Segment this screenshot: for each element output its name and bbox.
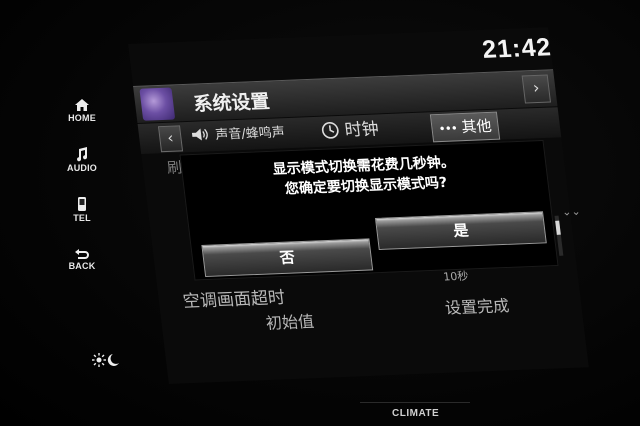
tab-other[interactable]: ••• 其他 — [429, 111, 501, 143]
list-item-hvac-timeout[interactable]: 空调画面超时 — [181, 283, 286, 312]
head-unit: HOME AUDIO TEL BACK 21:42 系统设置 › ‹ 声音/蜂鸣… — [0, 0, 640, 426]
list-value-defaults: 设置完成 — [443, 296, 511, 318]
tab-sound-label: 声音/蜂鸣声 — [214, 125, 286, 143]
ellipsis-icon: ••• — [437, 121, 458, 137]
back-label: BACK — [68, 261, 96, 271]
home-icon — [75, 99, 89, 111]
tel-button[interactable]: TEL — [60, 196, 104, 223]
double-chevron-down-icon: ⌄⌄ — [561, 204, 582, 219]
audio-label: AUDIO — [67, 163, 97, 173]
phone-icon — [78, 197, 86, 211]
clock: 21:42 — [480, 33, 554, 64]
tab-other-label: 其他 — [460, 116, 493, 137]
scrollbar-thumb[interactable] — [555, 220, 561, 235]
tel-label: TEL — [73, 213, 91, 223]
tab-clock[interactable]: 时钟 — [320, 116, 381, 144]
home-label: HOME — [68, 113, 96, 123]
no-button[interactable]: 否 — [201, 238, 374, 278]
audio-button[interactable]: AUDIO — [60, 146, 104, 173]
climate-button-label[interactable]: CLIMATE — [392, 408, 439, 419]
list-item-defaults[interactable]: 初始值 — [264, 308, 315, 334]
chevron-right-icon: › — [531, 77, 541, 98]
tab-sound[interactable]: 声音/蜂鸣声 — [190, 120, 287, 150]
clock-icon — [321, 122, 339, 139]
display-screen: 21:42 系统设置 › ‹ 声音/蜂鸣声 时钟 ••• 其他 空调画面超时 1… — [128, 27, 589, 384]
confirm-dialog: 显示模式切换需花费几秒钟。 您确定要切换显示模式吗? 否 是 — [179, 139, 559, 281]
chevron-left-icon: ‹ — [166, 128, 175, 147]
back-arrow-icon — [75, 249, 89, 259]
music-note-icon — [77, 147, 88, 162]
tab-clock-label: 时钟 — [343, 119, 381, 141]
home-button[interactable]: HOME — [60, 98, 104, 123]
sun-moon-icon — [92, 353, 119, 367]
back-button[interactable]: BACK — [60, 248, 104, 271]
settings-app-icon — [139, 87, 176, 121]
dialog-message: 显示模式切换需花费几秒钟。 您确定要切换显示模式吗? — [182, 149, 549, 203]
daynight-button[interactable] — [92, 352, 122, 372]
next-page-button[interactable]: › — [521, 74, 551, 104]
prev-tab-button[interactable]: ‹ — [157, 125, 184, 153]
speaker-icon — [191, 128, 208, 141]
yes-button[interactable]: 是 — [374, 211, 547, 250]
page-title: 系统设置 — [192, 90, 271, 116]
bezel-divider — [360, 402, 470, 403]
